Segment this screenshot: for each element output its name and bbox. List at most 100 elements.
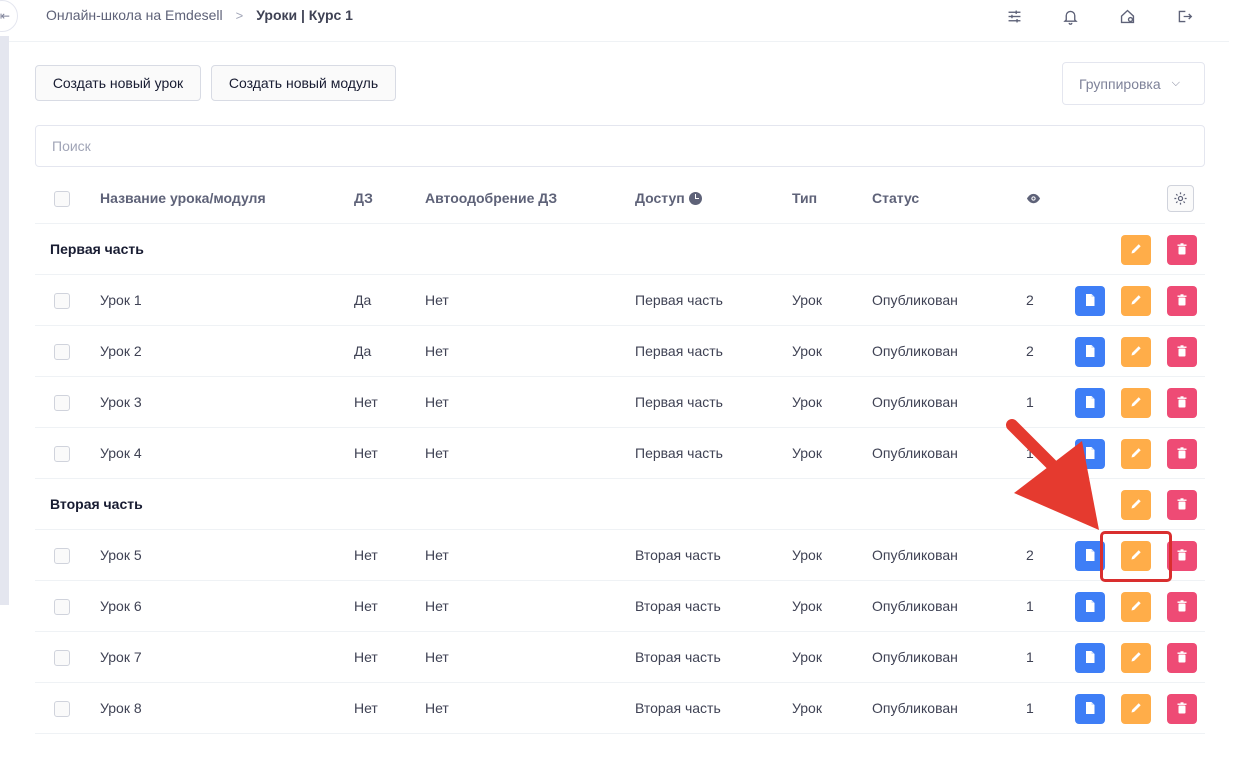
lesson-access: Вторая часть xyxy=(635,598,721,614)
bell-icon[interactable] xyxy=(1060,6,1080,26)
edit-lesson-button[interactable] xyxy=(1121,592,1151,622)
open-lesson-button[interactable] xyxy=(1075,286,1105,316)
lesson-name[interactable]: Урок 1 xyxy=(100,275,142,325)
lesson-type: Урок xyxy=(792,292,822,308)
pencil-icon xyxy=(1129,446,1143,463)
sliders-icon[interactable] xyxy=(1004,6,1024,26)
row-checkbox[interactable] xyxy=(54,548,70,564)
edit-lesson-button[interactable] xyxy=(1121,541,1151,571)
row-checkbox[interactable] xyxy=(54,446,70,462)
trash-icon xyxy=(1175,446,1189,463)
edit-lesson-button[interactable] xyxy=(1121,694,1151,724)
lesson-hw: Нет xyxy=(354,700,378,716)
delete-module-button[interactable] xyxy=(1167,235,1197,265)
lesson-name[interactable]: Урок 3 xyxy=(100,377,142,427)
trash-icon xyxy=(1175,395,1189,412)
pencil-icon xyxy=(1129,344,1143,361)
lesson-row: Урок 3 Нет Нет Первая часть Урок Опубликован 1 xyxy=(35,377,1205,428)
trash-icon xyxy=(1175,293,1189,310)
row-checkbox[interactable] xyxy=(54,599,70,615)
trash-icon xyxy=(1175,701,1189,718)
lesson-hw: Нет xyxy=(354,394,378,410)
lesson-name[interactable]: Урок 8 xyxy=(100,683,142,733)
delete-lesson-button[interactable] xyxy=(1167,337,1197,367)
edit-lesson-button[interactable] xyxy=(1121,286,1151,316)
open-lesson-button[interactable] xyxy=(1075,592,1105,622)
column-header-name[interactable]: Название урока/модуля xyxy=(100,173,266,223)
lesson-name[interactable]: Урок 6 xyxy=(100,581,142,631)
pencil-icon xyxy=(1129,701,1143,718)
search-input[interactable] xyxy=(35,125,1205,167)
document-icon xyxy=(1083,395,1097,412)
lesson-views: 1 xyxy=(1026,700,1034,716)
column-header-status[interactable]: Статус xyxy=(872,173,919,223)
trash-icon xyxy=(1175,548,1189,565)
chevron-down-icon: ⌵ xyxy=(1171,77,1180,89)
edit-lesson-button[interactable] xyxy=(1121,388,1151,418)
lesson-name[interactable]: Урок 2 xyxy=(100,326,142,376)
document-icon xyxy=(1083,548,1097,565)
edit-module-button[interactable] xyxy=(1121,490,1151,520)
create-lesson-button[interactable]: Создать новый урок xyxy=(35,65,201,101)
open-lesson-button[interactable] xyxy=(1075,337,1105,367)
column-header-auto-approve[interactable]: Автоодобрение ДЗ xyxy=(425,173,557,223)
pencil-icon xyxy=(1129,599,1143,616)
trash-icon xyxy=(1175,650,1189,667)
lesson-status: Опубликован xyxy=(872,394,958,410)
lesson-hw: Да xyxy=(354,343,372,359)
lesson-access: Вторая часть xyxy=(635,547,721,563)
row-checkbox[interactable] xyxy=(54,650,70,666)
lesson-status: Опубликован xyxy=(872,700,958,716)
lesson-row: Урок 5 Нет Нет Вторая часть Урок Опубликован 2 xyxy=(35,530,1205,581)
document-icon xyxy=(1083,293,1097,310)
lesson-type: Урок xyxy=(792,343,822,359)
delete-lesson-button[interactable] xyxy=(1167,388,1197,418)
column-header-hw[interactable]: ДЗ xyxy=(354,173,373,223)
lesson-views: 1 xyxy=(1026,598,1034,614)
delete-lesson-button[interactable] xyxy=(1167,592,1197,622)
collapse-icon: ⇤ xyxy=(0,9,10,23)
home-gear-icon[interactable] xyxy=(1117,6,1137,26)
delete-lesson-button[interactable] xyxy=(1167,694,1197,724)
row-checkbox[interactable] xyxy=(54,344,70,360)
lesson-name[interactable]: Урок 4 xyxy=(100,428,142,478)
delete-lesson-button[interactable] xyxy=(1167,286,1197,316)
open-lesson-button[interactable] xyxy=(1075,643,1105,673)
row-checkbox[interactable] xyxy=(54,293,70,309)
logout-icon[interactable] xyxy=(1174,6,1194,26)
row-checkbox[interactable] xyxy=(54,395,70,411)
delete-module-button[interactable] xyxy=(1167,490,1197,520)
grouping-dropdown[interactable]: Группировка ⌵ xyxy=(1062,62,1205,105)
lesson-type: Урок xyxy=(792,700,822,716)
pencil-icon xyxy=(1129,293,1143,310)
edit-lesson-button[interactable] xyxy=(1121,439,1151,469)
pencil-icon xyxy=(1129,650,1143,667)
open-lesson-button[interactable] xyxy=(1075,694,1105,724)
column-header-type[interactable]: Тип xyxy=(792,173,817,223)
lesson-access: Первая часть xyxy=(635,445,723,461)
lesson-name[interactable]: Урок 5 xyxy=(100,530,142,580)
edit-lesson-button[interactable] xyxy=(1121,643,1151,673)
pencil-icon xyxy=(1129,242,1143,259)
edit-module-button[interactable] xyxy=(1121,235,1151,265)
lesson-views: 2 xyxy=(1026,547,1034,563)
gear-icon xyxy=(1174,192,1187,205)
select-all-checkbox[interactable] xyxy=(54,191,70,207)
column-header-access[interactable]: Доступ xyxy=(635,173,702,223)
row-checkbox[interactable] xyxy=(54,701,70,717)
open-lesson-button[interactable] xyxy=(1075,388,1105,418)
lesson-name[interactable]: Урок 7 xyxy=(100,632,142,682)
trash-icon xyxy=(1175,497,1189,514)
create-module-button[interactable]: Создать новый модуль xyxy=(211,65,396,101)
open-lesson-button[interactable] xyxy=(1075,439,1105,469)
open-lesson-button[interactable] xyxy=(1075,541,1105,571)
edit-lesson-button[interactable] xyxy=(1121,337,1151,367)
eye-icon xyxy=(1026,173,1041,223)
delete-lesson-button[interactable] xyxy=(1167,643,1197,673)
document-icon xyxy=(1083,446,1097,463)
delete-lesson-button[interactable] xyxy=(1167,439,1197,469)
delete-lesson-button[interactable] xyxy=(1167,541,1197,571)
table-settings-button[interactable] xyxy=(1167,185,1194,212)
trash-icon xyxy=(1175,599,1189,616)
table-header: Название урока/модуля ДЗ Автоодобрение Д… xyxy=(35,173,1205,224)
